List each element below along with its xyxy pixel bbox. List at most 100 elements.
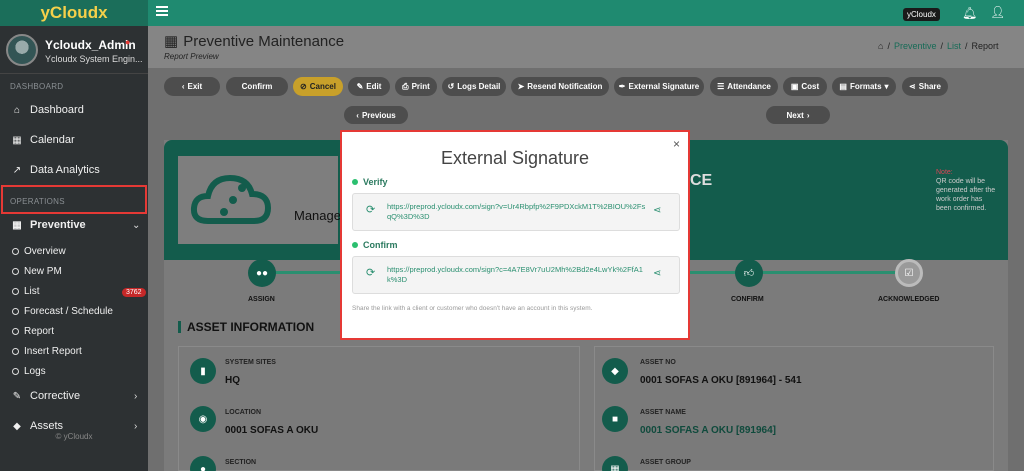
formats-button[interactable]: ▤ Formats ▾ [832, 77, 896, 96]
edit-button[interactable]: ✎ Edit [348, 77, 390, 96]
button-label: External Signature [628, 82, 700, 91]
sidebar-item-label: Calendar [30, 134, 75, 146]
home-icon[interactable]: ⌂ [878, 41, 883, 51]
sidebar-subitem-report[interactable]: Report [12, 326, 54, 337]
note-label: Note: [936, 169, 953, 176]
circle-icon [12, 328, 19, 335]
page-subtitle: Report Preview [164, 52, 219, 61]
send-icon: ➤ [517, 82, 525, 91]
user-name: Ycloudx_Admin [45, 38, 136, 52]
chart-icon: ↗ [12, 164, 22, 176]
sidebar-item-dashboard[interactable]: ⌂ Dashboard [12, 104, 84, 116]
bell-icon[interactable]: 🔔︎ [962, 6, 977, 20]
print-button[interactable]: ⎙ Print [395, 77, 437, 96]
verify-link[interactable]: https://preprod.ycloudx.com/sign?v=Ur4Rb… [387, 202, 647, 222]
share-icon[interactable]: ⋖ [653, 205, 661, 216]
sidebar-subitem-overview[interactable]: Overview [12, 246, 66, 257]
asset-name-link[interactable]: 0001 SOFAS A OKU [891964] [640, 425, 776, 436]
step-label-confirm: CONFIRM [731, 296, 764, 303]
user-icon[interactable]: 👤︎ [990, 5, 1005, 19]
confirm-link[interactable]: https://preprod.ycloudx.com/sign?c=4A7E8… [387, 265, 647, 285]
button-label: Print [411, 82, 430, 91]
history-icon: ↺ [447, 82, 455, 91]
sidebar-item-calendar[interactable]: ▦ Calendar [12, 134, 75, 146]
tag-icon: ◆ [13, 420, 21, 432]
step-label-acknowledged: ACKNOWLEDGED [878, 296, 940, 303]
button-label: Exit [187, 82, 203, 91]
chevron-right-icon[interactable]: › [134, 421, 137, 432]
sidebar-subitem-new-pm[interactable]: New PM [12, 266, 62, 277]
step-label-assign: ASSIGN [248, 296, 275, 303]
caret-down-icon: ▾ [884, 82, 889, 91]
button-label: Cost [801, 82, 820, 91]
sidebar-subitem-list[interactable]: List [12, 286, 40, 297]
online-status-icon: ● [125, 37, 131, 47]
subitem-label: Overview [24, 246, 66, 257]
money-icon: ▣ [790, 82, 799, 91]
chevron-right-icon[interactable]: › [134, 391, 137, 402]
thumbs-up-icon: 👍︎ [735, 259, 763, 287]
confirm-button[interactable]: Confirm [226, 77, 288, 96]
field-label: SYSTEM SITES [225, 359, 276, 366]
button-label: Next [786, 110, 804, 120]
circle-icon [12, 308, 19, 315]
sidebar-item-label: Data Analytics [30, 164, 100, 176]
verify-label: Verify [352, 177, 388, 187]
list-icon: ☰ [717, 82, 725, 91]
cancel-button[interactable]: ⊘ Cancel [293, 77, 343, 96]
wrench-icon: ✎ [12, 390, 22, 402]
breadcrumb-list[interactable]: List [947, 41, 961, 51]
user-role: Ycloudx System Engin... [45, 54, 143, 64]
resend-notification-button[interactable]: ➤ Resend Notification [511, 77, 609, 96]
chevron-left-icon: ‹ [356, 110, 359, 120]
calendar-icon: ▦ [164, 33, 179, 50]
active-item-highlight [1, 185, 147, 214]
next-button[interactable]: Next › [766, 106, 830, 124]
share-icon[interactable]: ⋖ [653, 268, 661, 279]
cube-icon: ■ [602, 406, 628, 432]
heading-text: ASSET INFORMATION [187, 320, 315, 334]
sidebar-item-label: Preventive [30, 219, 86, 231]
report-heading: CE [690, 172, 713, 189]
logs-detail-button[interactable]: ↺ Logs Detail [442, 77, 506, 96]
external-signature-button[interactable]: ✒ External Signature [614, 77, 704, 96]
button-label: Previous [361, 110, 396, 120]
section-dashboard: DASHBOARD [10, 82, 64, 91]
sidebar-subitem-forecast[interactable]: Forecast / Schedule [12, 306, 113, 317]
calendar-icon: ▦ [12, 134, 22, 146]
breadcrumb-separator: / [887, 41, 890, 51]
brand-logo[interactable]: yCloudx [0, 0, 148, 26]
sidebar-subitem-logs[interactable]: Logs [12, 366, 46, 377]
sidebar-item-data-analytics[interactable]: ↗ Data Analytics [12, 164, 100, 176]
subitem-label: Insert Report [24, 346, 82, 357]
exit-button[interactable]: ‹ Exit [164, 77, 220, 96]
share-button[interactable]: ⋖ Share [902, 77, 948, 96]
sidebar-item-preventive[interactable]: ▦ Preventive [12, 219, 86, 231]
assign-step-icon: ●● [248, 259, 276, 287]
sidebar-item-label: Corrective [30, 390, 81, 402]
sidebar-item-assets[interactable]: ◆ Assets [12, 420, 63, 432]
circle-icon [12, 288, 19, 295]
top-navbar [148, 0, 1024, 26]
field-label: SECTION [225, 459, 257, 466]
chevron-down-icon[interactable]: ⌄ [132, 220, 140, 231]
menu-toggle-icon[interactable] [156, 6, 168, 16]
sidebar-item-corrective[interactable]: ✎ Corrective [12, 390, 80, 402]
tags-icon: ◆ [602, 358, 628, 384]
button-label: Cancel [309, 82, 336, 91]
cost-button[interactable]: ▣ Cost [783, 77, 827, 96]
sidebar-item-label: Dashboard [30, 104, 84, 116]
breadcrumb-preventive[interactable]: Preventive [894, 41, 937, 51]
attendance-button[interactable]: ☰ Attendance [710, 77, 778, 96]
refresh-icon[interactable]: ⟳ [366, 203, 375, 216]
sidebar-subitem-insert-report[interactable]: Insert Report [12, 346, 82, 357]
button-label: Share [918, 82, 941, 91]
breadcrumb-report: Report [971, 41, 999, 51]
pen-icon: ✒ [618, 82, 626, 91]
previous-button[interactable]: ‹ Previous [344, 106, 408, 124]
edit-icon: ✎ [356, 82, 364, 91]
user-profile[interactable]: Ycloudx_Admin ● Ycloudx System Engin... [0, 26, 148, 74]
ban-icon: ⊘ [300, 82, 307, 91]
refresh-icon[interactable]: ⟳ [366, 266, 375, 279]
circle-icon [12, 268, 19, 275]
